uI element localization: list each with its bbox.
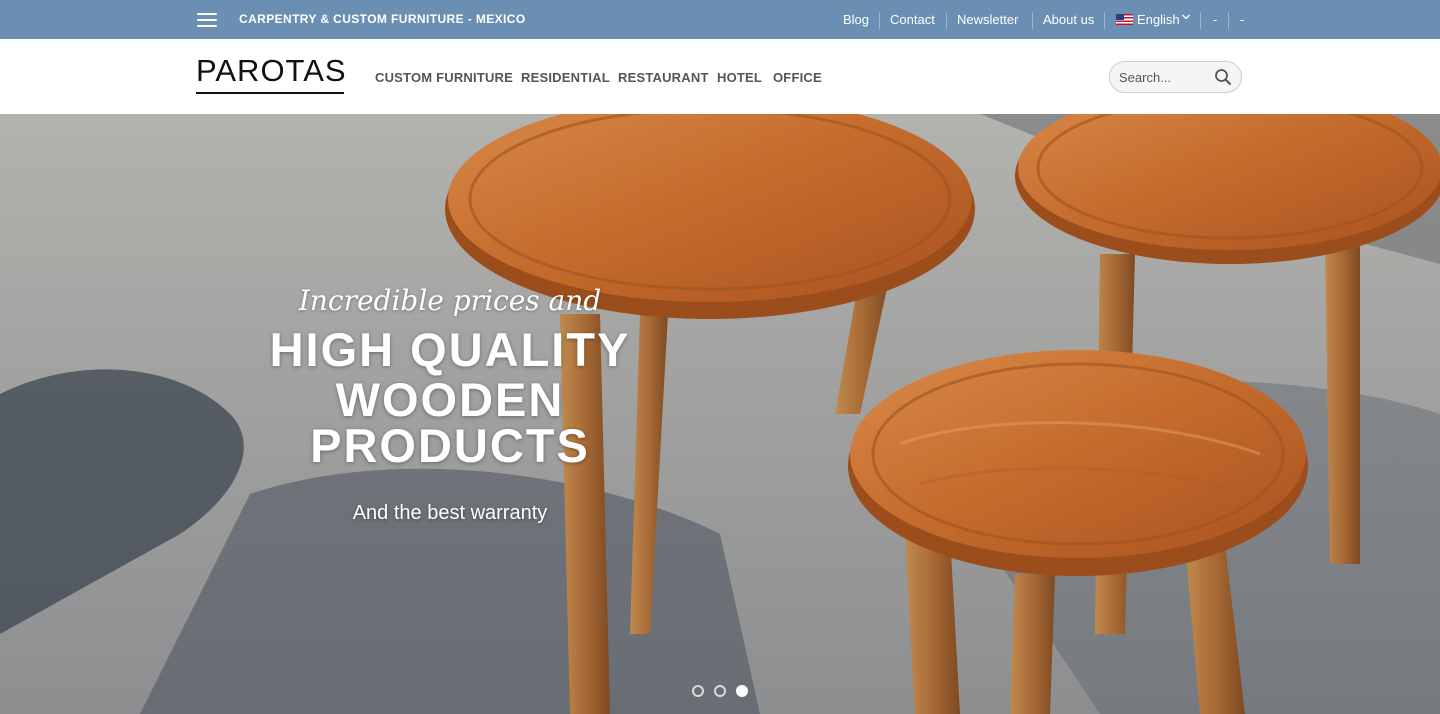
hero-headline: HIGH QUALITY WOODEN PRODUCTS (250, 323, 650, 472)
top-bar: CARPENTRY & CUSTOM FURNITURE - MEXICO Bl… (0, 0, 1440, 39)
nav-item-hotel[interactable]: HOTEL (717, 70, 762, 85)
divider (1200, 12, 1201, 29)
hero-image-wooden-tables (0, 114, 1440, 714)
nav-item-residential[interactable]: RESIDENTIAL (521, 70, 610, 85)
chevron-down-icon[interactable] (1181, 12, 1191, 22)
hero-subline: And the best warranty (352, 502, 548, 524)
search-icon[interactable] (1214, 68, 1232, 86)
language-selector[interactable]: English (1137, 12, 1180, 27)
hero-slider: Incredible prices and HIGH QUALITY WOODE… (0, 114, 1440, 714)
us-flag-icon[interactable] (1116, 14, 1133, 25)
site-logo[interactable]: PAROTAS (196, 54, 347, 88)
slider-dot-1[interactable] (692, 685, 704, 697)
divider (879, 12, 880, 29)
top-link-extra-1[interactable]: - (1213, 12, 1217, 27)
search-box (1109, 61, 1242, 93)
main-header: PAROTAS CUSTOM FURNITURE RESIDENTIAL RES… (0, 39, 1440, 114)
hero-headline-line-2: WOODEN (335, 373, 565, 426)
top-link-blog[interactable]: Blog (843, 12, 869, 27)
hamburger-menu-icon[interactable] (197, 13, 217, 27)
logo-underline (196, 92, 344, 94)
site-tagline: CARPENTRY & CUSTOM FURNITURE - MEXICO (239, 12, 526, 26)
hero-headline-line-3: PRODUCTS (310, 419, 590, 472)
nav-item-custom-furniture[interactable]: CUSTOM FURNITURE (375, 70, 513, 85)
nav-item-office[interactable]: OFFICE (773, 70, 822, 85)
top-link-newsletter[interactable]: Newsletter (957, 12, 1018, 27)
top-link-about-us[interactable]: About us (1043, 12, 1094, 27)
hero-headline-line-1: HIGH QUALITY (269, 323, 631, 376)
search-input[interactable] (1119, 68, 1214, 86)
slider-dot-2[interactable] (714, 685, 726, 697)
divider (1104, 12, 1105, 29)
top-link-contact[interactable]: Contact (890, 12, 935, 27)
divider (1032, 12, 1033, 29)
slider-dot-3[interactable] (736, 685, 748, 697)
divider (946, 12, 947, 29)
nav-item-restaurant[interactable]: RESTAURANT (618, 70, 709, 85)
hero-script-line: Incredible prices and (298, 284, 602, 317)
top-link-extra-2[interactable]: - (1240, 12, 1244, 27)
divider (1228, 12, 1229, 29)
